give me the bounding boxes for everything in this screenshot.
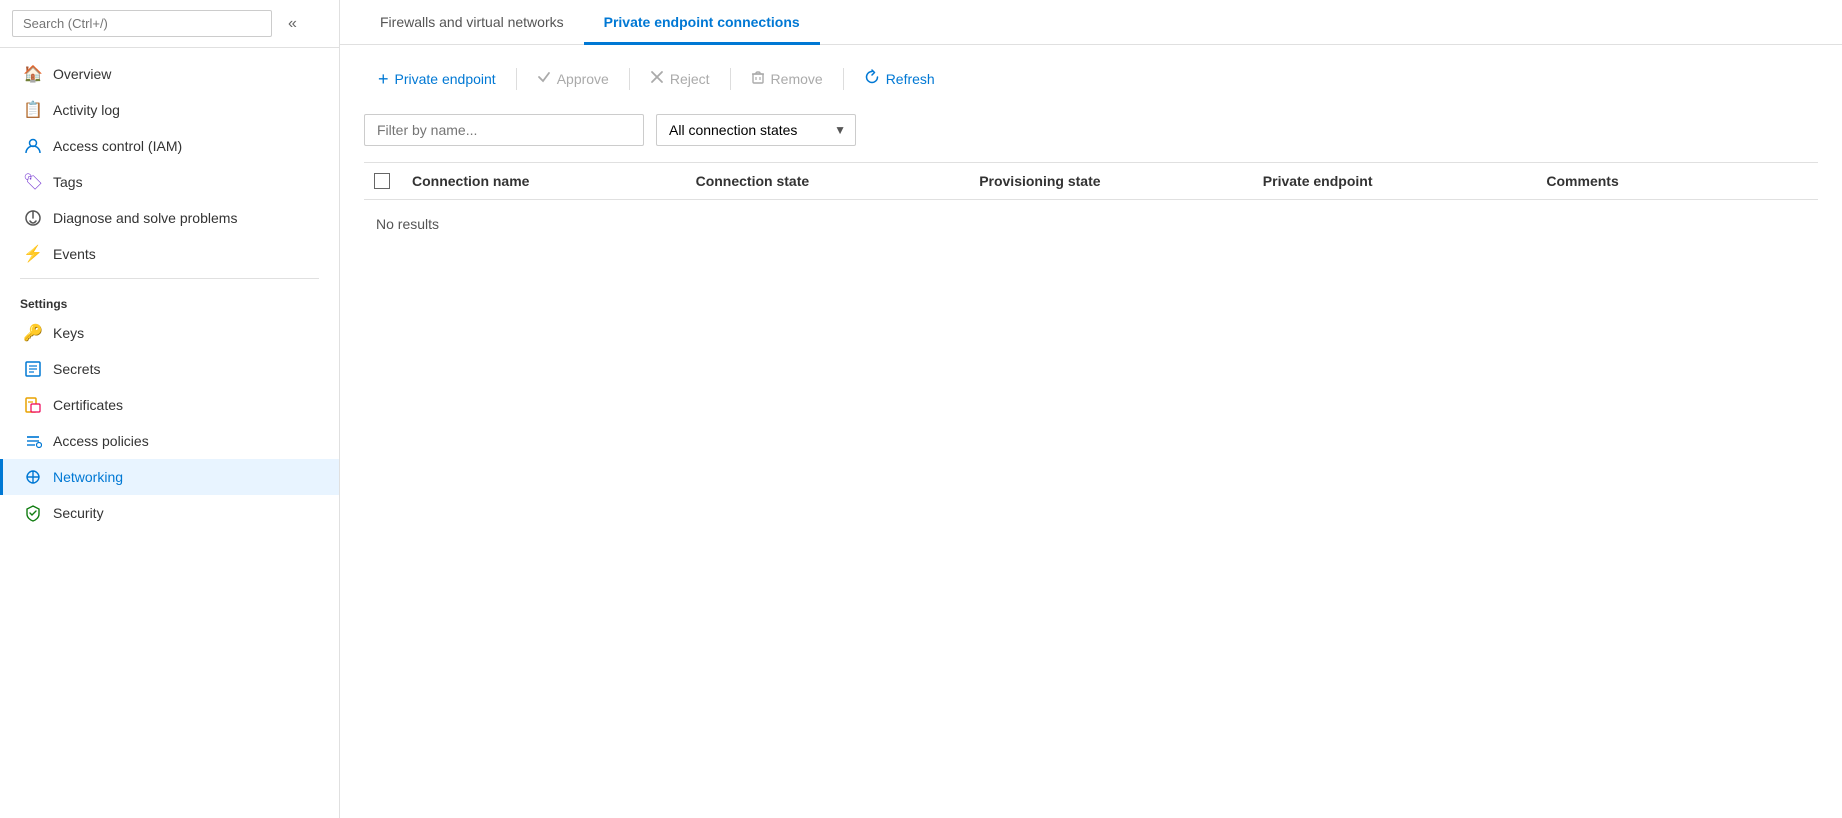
tags-icon: 🏷 (23, 172, 43, 192)
iam-icon (23, 136, 43, 156)
toolbar-separator-3 (730, 68, 731, 90)
sidebar-item-label: Access policies (53, 433, 149, 449)
activity-log-icon: 📋 (23, 100, 43, 120)
table-container: Connection name Connection state Provisi… (364, 162, 1818, 248)
sidebar-item-label: Access control (IAM) (53, 138, 182, 154)
sidebar-item-secrets[interactable]: Secrets (0, 351, 339, 387)
sidebar-item-label: Keys (53, 325, 84, 341)
add-endpoint-button[interactable]: + Private endpoint (364, 64, 510, 94)
main-content: Firewalls and virtual networks Private e… (340, 0, 1842, 818)
refresh-icon (864, 69, 880, 88)
header-connection-state: Connection state (684, 173, 968, 189)
toolbar-separator-1 (516, 68, 517, 90)
filters-row: All connection states Approved Pending R… (364, 114, 1818, 146)
sidebar-item-label: Security (53, 505, 104, 521)
approve-button[interactable]: Approve (523, 64, 623, 93)
sidebar-item-access-policies[interactable]: Access policies (0, 423, 339, 459)
sidebar-item-certificates[interactable]: Certificates (0, 387, 339, 423)
keys-icon: 🔑 (23, 323, 43, 343)
refresh-button[interactable]: Refresh (850, 63, 949, 94)
sidebar-item-label: Activity log (53, 102, 120, 118)
filter-by-name-input[interactable] (364, 114, 644, 146)
x-icon (650, 70, 664, 87)
reject-button[interactable]: Reject (636, 64, 724, 93)
access-policies-icon (23, 431, 43, 451)
check-icon (537, 70, 551, 87)
tab-private-endpoints[interactable]: Private endpoint connections (584, 0, 820, 45)
header-private-endpoint: Private endpoint (1251, 173, 1535, 189)
header-checkbox-cell (364, 173, 400, 189)
sidebar: « 🏠 Overview 📋 Activity log Access contr… (0, 0, 340, 818)
sidebar-item-networking[interactable]: Networking (0, 459, 339, 495)
search-input[interactable] (12, 10, 272, 37)
sidebar-item-activity-log[interactable]: 📋 Activity log (0, 92, 339, 128)
sidebar-item-keys[interactable]: 🔑 Keys (0, 315, 339, 351)
connection-state-select[interactable]: All connection states Approved Pending R… (656, 114, 856, 146)
collapse-sidebar-button[interactable]: « (280, 11, 305, 37)
networking-icon (23, 467, 43, 487)
overview-icon: 🏠 (23, 64, 43, 84)
sidebar-item-label: Overview (53, 66, 111, 82)
sidebar-item-iam[interactable]: Access control (IAM) (0, 128, 339, 164)
tab-bar: Firewalls and virtual networks Private e… (340, 0, 1842, 45)
no-results-message: No results (364, 200, 1818, 248)
tab-firewalls[interactable]: Firewalls and virtual networks (360, 0, 584, 45)
connection-state-filter: All connection states Approved Pending R… (656, 114, 856, 146)
select-all-checkbox[interactable] (374, 173, 390, 189)
sidebar-item-overview[interactable]: 🏠 Overview (0, 56, 339, 92)
sidebar-divider (20, 278, 319, 279)
toolbar: + Private endpoint Approve Reject (364, 63, 1818, 94)
sidebar-item-tags[interactable]: 🏷 Tags (0, 164, 339, 200)
remove-button[interactable]: Remove (737, 64, 837, 93)
toolbar-separator-4 (843, 68, 844, 90)
sidebar-item-label: Events (53, 246, 96, 262)
add-icon: + (378, 70, 389, 88)
sidebar-nav: 🏠 Overview 📋 Activity log Access control… (0, 48, 339, 818)
settings-section-label: Settings (0, 285, 339, 315)
certificates-icon (23, 395, 43, 415)
sidebar-item-label: Tags (53, 174, 83, 190)
security-icon (23, 503, 43, 523)
sidebar-item-label: Diagnose and solve problems (53, 210, 237, 226)
content-area: + Private endpoint Approve Reject (340, 45, 1842, 818)
table-header: Connection name Connection state Provisi… (364, 163, 1818, 200)
sidebar-item-security[interactable]: Security (0, 495, 339, 531)
secrets-icon (23, 359, 43, 379)
events-icon: ⚡ (23, 244, 43, 264)
header-comments: Comments (1534, 173, 1818, 189)
toolbar-separator-2 (629, 68, 630, 90)
header-provisioning-state: Provisioning state (967, 173, 1251, 189)
sidebar-item-diagnose[interactable]: Diagnose and solve problems (0, 200, 339, 236)
sidebar-item-label: Certificates (53, 397, 123, 413)
header-connection-name: Connection name (400, 173, 684, 189)
sidebar-item-events[interactable]: ⚡ Events (0, 236, 339, 272)
diagnose-icon (23, 208, 43, 228)
sidebar-item-label: Networking (53, 469, 123, 485)
trash-icon (751, 70, 765, 87)
sidebar-item-label: Secrets (53, 361, 100, 377)
sidebar-search-container: « (0, 0, 339, 48)
